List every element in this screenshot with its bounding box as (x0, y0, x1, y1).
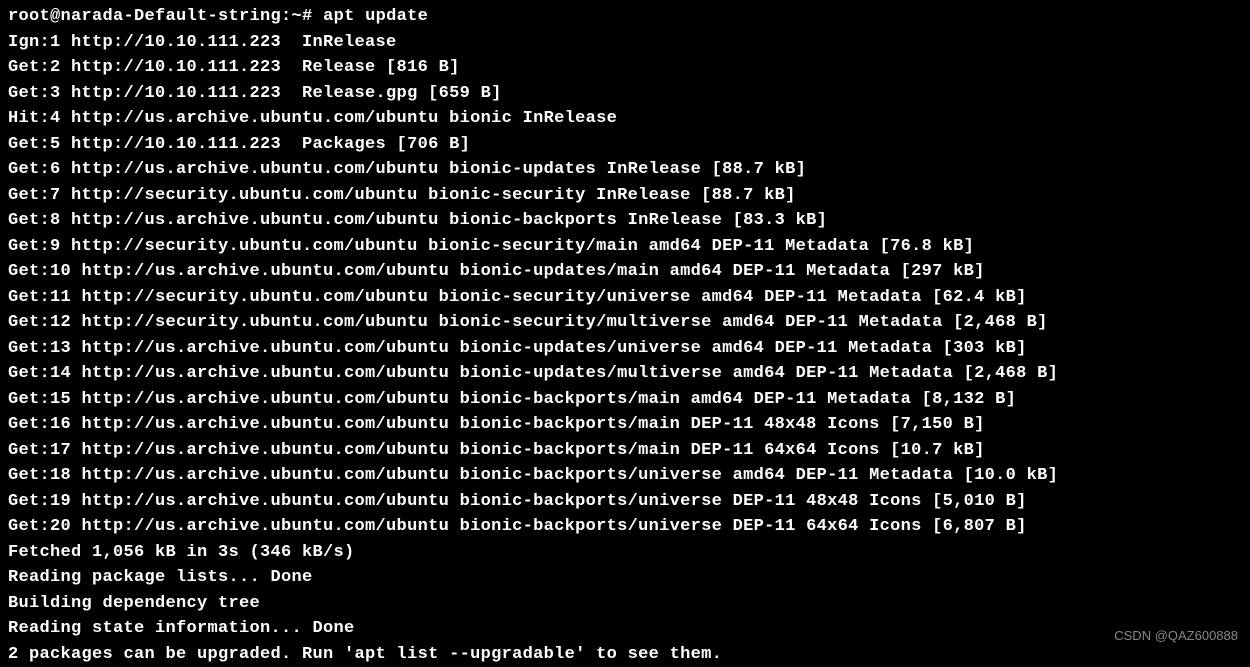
output-line: Fetched 1,056 kB in 3s (346 kB/s) (8, 540, 1242, 566)
output-line: Get:15 http://us.archive.ubuntu.com/ubun… (8, 387, 1242, 413)
prompt: root@narada-Default-string:~# (8, 7, 323, 26)
output-line: 2 packages can be upgraded. Run 'apt lis… (8, 642, 1242, 667)
output-line: Get:8 http://us.archive.ubuntu.com/ubunt… (8, 208, 1242, 234)
output-line: Get:12 http://security.ubuntu.com/ubuntu… (8, 310, 1242, 336)
output-line: Get:17 http://us.archive.ubuntu.com/ubun… (8, 438, 1242, 464)
output-line: Get:18 http://us.archive.ubuntu.com/ubun… (8, 463, 1242, 489)
output-line: Get:5 http://10.10.111.223 Packages [706… (8, 132, 1242, 158)
watermark: CSDN @QAZ600888 (1114, 626, 1238, 646)
output-line: Get:9 http://security.ubuntu.com/ubuntu … (8, 234, 1242, 260)
output-line: Get:7 http://security.ubuntu.com/ubuntu … (8, 183, 1242, 209)
output-line: Get:6 http://us.archive.ubuntu.com/ubunt… (8, 157, 1242, 183)
output-line: Get:2 http://10.10.111.223 Release [816 … (8, 55, 1242, 81)
output-line: Get:20 http://us.archive.ubuntu.com/ubun… (8, 514, 1242, 540)
output-line: Get:3 http://10.10.111.223 Release.gpg [… (8, 81, 1242, 107)
terminal-output[interactable]: root@narada-Default-string:~# apt update… (8, 4, 1242, 667)
output-line: Reading state information... Done (8, 616, 1242, 642)
output-line: Hit:4 http://us.archive.ubuntu.com/ubunt… (8, 106, 1242, 132)
output-line: Get:14 http://us.archive.ubuntu.com/ubun… (8, 361, 1242, 387)
output-line: Get:19 http://us.archive.ubuntu.com/ubun… (8, 489, 1242, 515)
output-line: Building dependency tree (8, 591, 1242, 617)
output-line: Reading package lists... Done (8, 565, 1242, 591)
command-line: root@narada-Default-string:~# apt update (8, 4, 1242, 30)
output-line: Get:11 http://security.ubuntu.com/ubuntu… (8, 285, 1242, 311)
output-line: Get:16 http://us.archive.ubuntu.com/ubun… (8, 412, 1242, 438)
command: apt update (323, 7, 428, 26)
output-line: Get:10 http://us.archive.ubuntu.com/ubun… (8, 259, 1242, 285)
output-line: Ign:1 http://10.10.111.223 InRelease (8, 30, 1242, 56)
output-line: Get:13 http://us.archive.ubuntu.com/ubun… (8, 336, 1242, 362)
